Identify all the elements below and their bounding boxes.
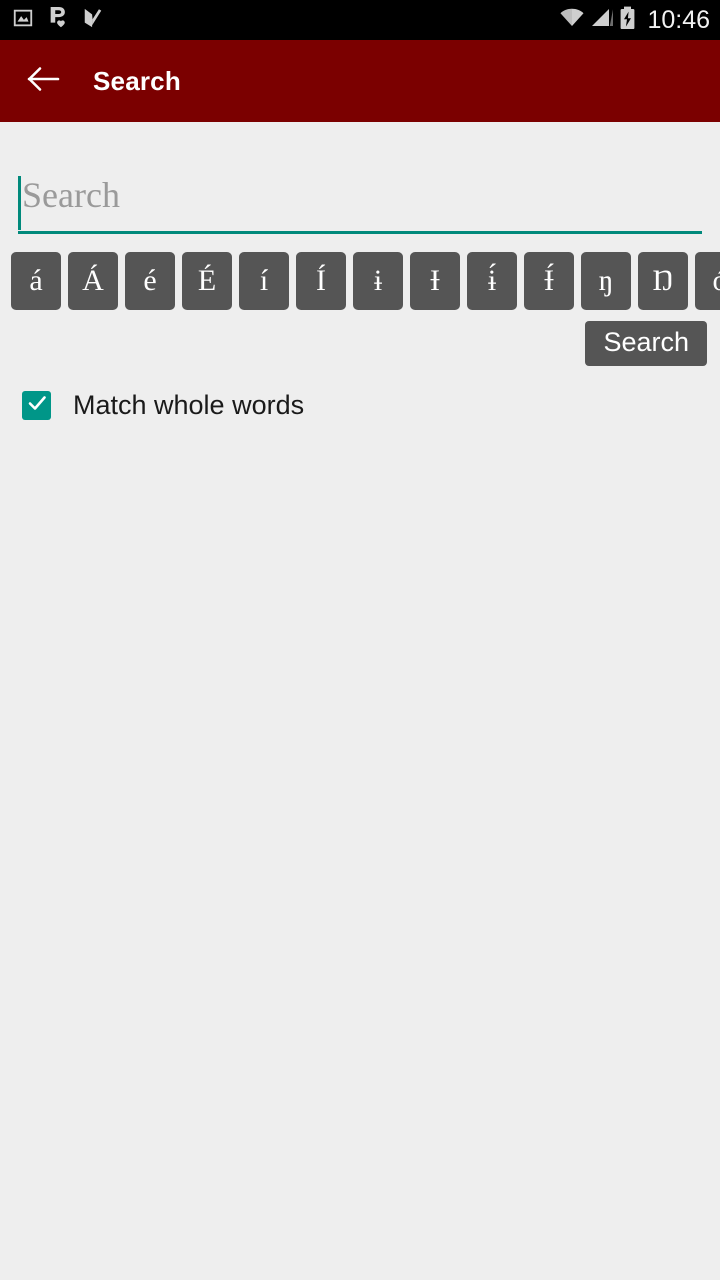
special-char-key[interactable]: ɨ (353, 252, 403, 310)
status-bar: 10:46 (0, 0, 720, 40)
special-char-key[interactable]: í (239, 252, 289, 310)
special-char-key[interactable]: ó (695, 252, 720, 310)
cellular-signal-icon (590, 7, 614, 34)
special-char-key[interactable]: Í (296, 252, 346, 310)
search-screen-content: áÁéÉíÍɨƗɨ́Ɨ́ŋŊóÓ Search Match whole word… (0, 164, 720, 1280)
text-cursor (18, 176, 21, 230)
battery-charging-icon (619, 6, 636, 35)
search-button-row: Search (0, 321, 720, 366)
app-bar: Search (0, 40, 720, 122)
special-characters-row[interactable]: áÁéÉíÍɨƗɨ́Ɨ́ŋŊóÓ (0, 252, 720, 310)
special-char-key[interactable]: é (125, 252, 175, 310)
special-char-key[interactable]: Á (68, 252, 118, 310)
special-char-key[interactable]: É (182, 252, 232, 310)
back-button[interactable] (24, 61, 64, 101)
special-char-key[interactable]: Ɨ́ (524, 252, 574, 310)
special-char-key[interactable]: á (11, 252, 61, 310)
page-title: Search (93, 65, 181, 96)
wifi-icon (559, 7, 585, 34)
special-char-key[interactable]: ɨ́ (467, 252, 517, 310)
match-whole-words-row[interactable]: Match whole words (0, 391, 304, 420)
status-bar-clock: 10:46 (647, 5, 710, 34)
back-arrow-icon (27, 64, 61, 99)
checkmark-icon (26, 392, 48, 419)
status-bar-right-icons: 10:46 (559, 6, 710, 35)
search-field-container (18, 164, 702, 236)
special-char-key[interactable]: Ŋ (638, 252, 688, 310)
special-char-key[interactable]: Ɨ (410, 252, 460, 310)
gallery-icon (12, 7, 34, 34)
tasks-check-icon (82, 7, 104, 34)
search-input[interactable] (18, 164, 702, 234)
pushbullet-icon (47, 6, 69, 35)
match-whole-words-checkbox[interactable] (22, 391, 51, 420)
status-bar-left-icons (12, 6, 104, 35)
match-whole-words-label: Match whole words (73, 390, 305, 420)
search-button[interactable]: Search (585, 321, 707, 366)
special-char-key[interactable]: ŋ (581, 252, 631, 310)
